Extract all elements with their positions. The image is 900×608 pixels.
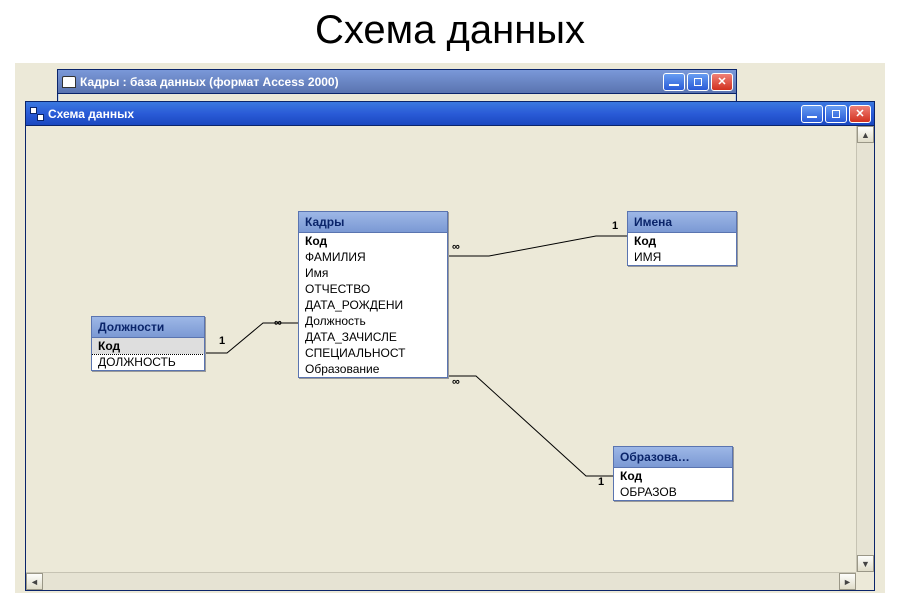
table-field[interactable]: Должность bbox=[299, 313, 447, 329]
relation-label-3-left: ∞ bbox=[452, 376, 460, 388]
maximize-button[interactable] bbox=[687, 73, 709, 91]
close-button[interactable]: ✕ bbox=[711, 73, 733, 91]
scroll-right-button[interactable]: ► bbox=[839, 573, 856, 590]
database-titlebar[interactable]: Кадры : база данных (формат Access 2000)… bbox=[58, 70, 736, 94]
table-field[interactable]: Код bbox=[92, 338, 204, 354]
desktop-area: Кадры : база данных (формат Access 2000)… bbox=[15, 63, 885, 593]
relation-label-2-left: ∞ bbox=[452, 241, 460, 253]
relationships-window: Схема данных ✕ 1 ∞ ∞ bbox=[25, 101, 875, 591]
table-field[interactable]: Образование bbox=[299, 361, 447, 377]
horizontal-scrollbar[interactable]: ◄ ► bbox=[26, 572, 856, 590]
table-field[interactable]: ДАТА_РОЖДЕНИ bbox=[299, 297, 447, 313]
table-fields: Код ФАМИЛИЯ Имя ОТЧЕСТВО ДАТА_РОЖДЕНИ До… bbox=[299, 233, 447, 377]
table-field[interactable]: Код bbox=[628, 233, 736, 249]
relationships-icon bbox=[30, 107, 44, 121]
scroll-left-button[interactable]: ◄ bbox=[26, 573, 43, 590]
table-header[interactable]: Должности bbox=[92, 317, 204, 338]
table-dolzhnosti[interactable]: Должности Код ДОЛЖНОСТЬ bbox=[91, 316, 205, 371]
table-imena[interactable]: Имена Код ИМЯ bbox=[627, 211, 737, 266]
relationships-window-title: Схема данных bbox=[48, 107, 801, 121]
table-field[interactable]: Имя bbox=[299, 265, 447, 281]
table-obrazova[interactable]: Образова… Код ОБРАЗОВ bbox=[613, 446, 733, 501]
table-field[interactable]: ОБРАЗОВ bbox=[614, 484, 732, 500]
table-field[interactable]: Код bbox=[299, 233, 447, 249]
scroll-down-button[interactable]: ▼ bbox=[857, 555, 874, 572]
table-field[interactable]: ДАТА_ЗАЧИСЛЕ bbox=[299, 329, 447, 345]
relationships-titlebar[interactable]: Схема данных ✕ bbox=[26, 102, 874, 126]
database-window-title: Кадры : база данных (формат Access 2000) bbox=[80, 75, 663, 89]
table-field[interactable]: ИМЯ bbox=[628, 249, 736, 265]
table-field[interactable]: ДОЛЖНОСТЬ bbox=[92, 354, 204, 370]
relation-label-1-right: ∞ bbox=[274, 317, 282, 329]
table-header[interactable]: Кадры bbox=[299, 212, 447, 233]
minimize-button[interactable] bbox=[663, 73, 685, 91]
slide-title: Схема данных bbox=[0, 8, 900, 53]
vertical-scrollbar[interactable]: ▲ ▼ bbox=[856, 126, 874, 572]
scroll-up-button[interactable]: ▲ bbox=[857, 126, 874, 143]
maximize-button[interactable] bbox=[825, 105, 847, 123]
relationships-body: 1 ∞ ∞ 1 ∞ 1 Должности Код ДОЛЖНОСТЬ Кадр… bbox=[26, 126, 874, 590]
relation-label-3-right: 1 bbox=[598, 476, 604, 488]
close-button[interactable]: ✕ bbox=[849, 105, 871, 123]
table-field[interactable]: ОТЧЕСТВО bbox=[299, 281, 447, 297]
table-fields: Код ДОЛЖНОСТЬ bbox=[92, 338, 204, 370]
relation-label-2-right: 1 bbox=[612, 220, 618, 232]
relation-label-1-left: 1 bbox=[219, 335, 225, 347]
table-header[interactable]: Имена bbox=[628, 212, 736, 233]
table-field[interactable]: ФАМИЛИЯ bbox=[299, 249, 447, 265]
table-header[interactable]: Образова… bbox=[614, 447, 732, 468]
minimize-button[interactable] bbox=[801, 105, 823, 123]
table-fields: Код ОБРАЗОВ bbox=[614, 468, 732, 500]
diagram-canvas[interactable]: 1 ∞ ∞ 1 ∞ 1 Должности Код ДОЛЖНОСТЬ Кадр… bbox=[26, 126, 856, 572]
table-fields: Код ИМЯ bbox=[628, 233, 736, 265]
table-field[interactable]: СПЕЦИАЛЬНОСТ bbox=[299, 345, 447, 361]
table-field[interactable]: Код bbox=[614, 468, 732, 484]
table-kadry[interactable]: Кадры Код ФАМИЛИЯ Имя ОТЧЕСТВО ДАТА_РОЖД… bbox=[298, 211, 448, 378]
database-icon bbox=[62, 76, 76, 88]
